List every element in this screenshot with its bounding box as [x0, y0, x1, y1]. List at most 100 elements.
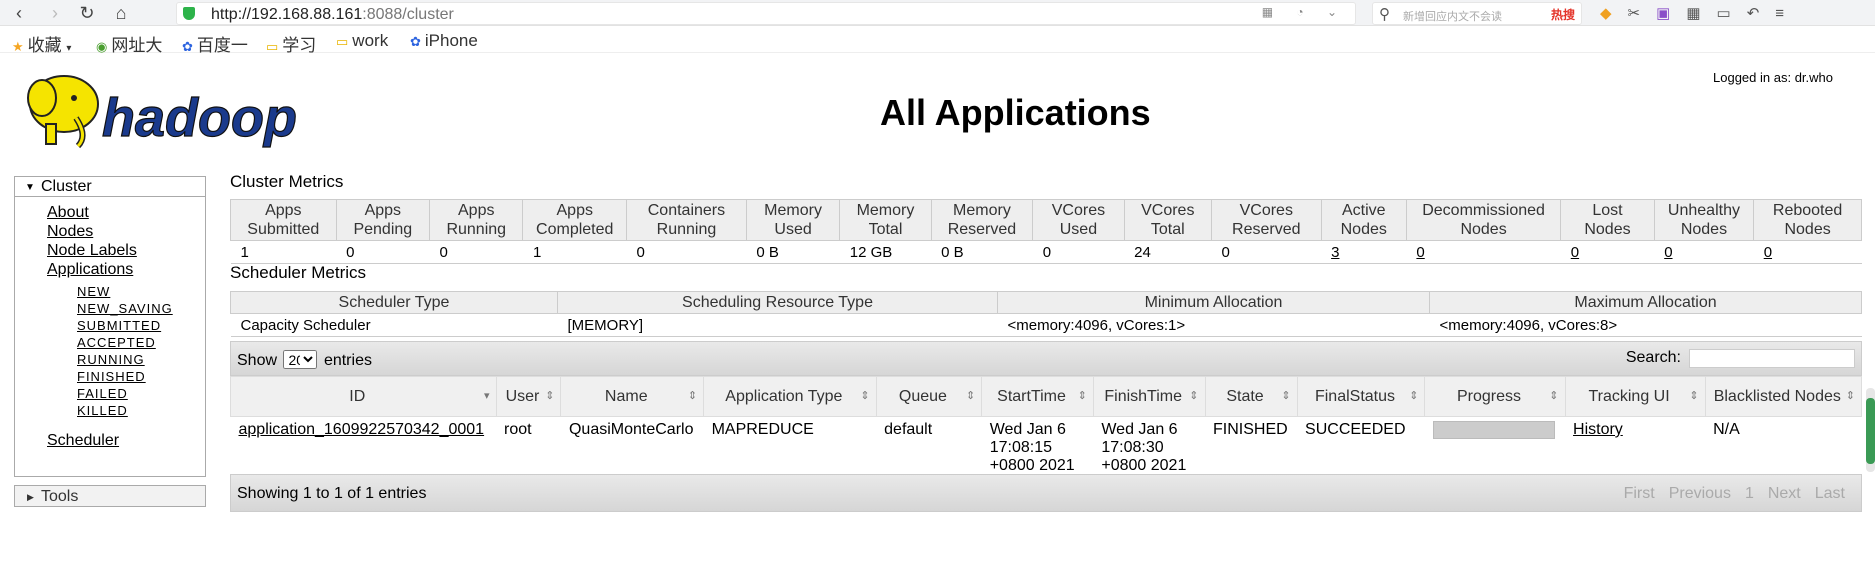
cluster-accordion-content: About Nodes Node Labels Applications NEW… [14, 197, 206, 477]
secure-shield-icon [183, 7, 195, 20]
forward-icon[interactable]: › [44, 2, 66, 24]
pager-first[interactable]: First [1624, 485, 1655, 502]
cm-value-14: 0 [1654, 240, 1754, 264]
sm-header-type: Scheduler Type [230, 291, 558, 314]
state-link-failed[interactable]: FAILED [77, 385, 205, 402]
back-icon[interactable]: ‹ [8, 2, 30, 24]
sort-icon: ⇕ [1189, 390, 1199, 402]
cm-value-1: 0 [336, 240, 430, 264]
browser-toolbar: ‹ › ↻ ⌂ http://192.168.88.161:8088/clust… [0, 0, 1875, 26]
table-search-input[interactable] [1689, 349, 1855, 368]
sidebar-link-scheduler[interactable]: Scheduler [47, 431, 205, 450]
sort-icon: ⇕ [1409, 390, 1419, 402]
state-link-accepted[interactable]: ACCEPTED [77, 334, 205, 351]
cluster-accordion-header[interactable]: ▼ Cluster [14, 176, 206, 197]
page-size-select[interactable]: 20 [283, 350, 318, 369]
cm-header-2: Apps Running [429, 199, 524, 241]
bookmark-work-folder[interactable]: ▭ work [336, 31, 388, 51]
sort-icon: ⇕ [1549, 390, 1559, 402]
applications-table: ID ▾ User ⇕ Name ⇕ Application Type ⇕ Queue ⇕ Star… [230, 376, 1863, 479]
browser-tool-icons[interactable]: ◆ ✂ ▣ ▦ ▭ ↶ ≡ [1600, 4, 1800, 22]
scrollbar[interactable] [1866, 388, 1875, 472]
state-link-new[interactable]: NEW [77, 283, 205, 300]
cm-header-4: Containers Running [626, 199, 747, 241]
pager-next[interactable]: Next [1768, 485, 1801, 502]
app-start-cell: Wed Jan 6 17:08:15 +0800 2021 [989, 421, 1075, 474]
column-header-6[interactable]: FinishTime ⇕ [1092, 376, 1206, 417]
scheduler-metrics-title: Scheduler Metrics [230, 263, 367, 282]
scrollbar-thumb[interactable] [1866, 398, 1875, 464]
tools-accordion-header[interactable]: ▶ Tools [14, 485, 206, 507]
bookmark-favorites[interactable]: ★ 收藏 ▾ [12, 31, 71, 56]
state-link-killed[interactable]: KILLED [77, 402, 205, 419]
scheduler-metrics-table: Scheduler Type Scheduling Resource Type … [230, 291, 1862, 337]
bookmark-baidu[interactable]: ✿ 百度一 [182, 31, 248, 56]
state-link-running[interactable]: RUNNING [77, 351, 205, 368]
cm-header-15: Rebooted Nodes [1753, 199, 1862, 241]
search-icon: ⚲ [1379, 6, 1390, 23]
bookmarks-bar: ★ 收藏 ▾ ◉ 网址大 ✿ 百度一 ▭ 学习 ▭ work ✿ iPhone [0, 27, 1875, 56]
progress-bar [1432, 421, 1555, 439]
sidebar-link-node-labels[interactable]: Node Labels [47, 241, 205, 260]
pager-last[interactable]: Last [1815, 485, 1845, 502]
column-header-2[interactable]: Name ⇕ [560, 376, 705, 417]
address-bar-icons[interactable]: ▦ ◔ ⌄ [1262, 5, 1347, 19]
column-header-4[interactable]: Queue ⇕ [875, 376, 983, 417]
cm-header-5: Memory Used [745, 199, 841, 241]
cut-icon: ✂ [1627, 5, 1641, 22]
pager-previous[interactable]: Previous [1669, 485, 1731, 502]
undo-icon: ↶ [1746, 5, 1760, 22]
app-state-list: NEW NEW_SAVING SUBMITTED ACCEPTED RUNNIN… [47, 283, 205, 419]
browser-search-box[interactable]: ⚲ 新增回应内文不会读 热搜 [1372, 2, 1582, 25]
cm-value-2: 0 [429, 240, 523, 264]
sort-icon: ⇕ [1689, 390, 1699, 402]
triangle-right-icon: ▶ [27, 492, 34, 502]
sm-header-max: Maximum Allocation [1429, 291, 1862, 314]
cm-value-link-13[interactable]: 0 [1571, 244, 1579, 261]
sm-value-resource: [MEMORY] [557, 313, 998, 337]
app-name-cell: QuasiMonteCarlo [568, 421, 694, 438]
state-link-new-saving[interactable]: NEW_SAVING [77, 300, 205, 317]
sidebar-link-nodes[interactable]: Nodes [47, 222, 205, 241]
cm-value-link-11[interactable]: 3 [1331, 244, 1339, 261]
cm-value-3: 1 [522, 240, 627, 264]
tracking-history-link[interactable]: History [1573, 421, 1623, 438]
url-text[interactable]: http://192.168.88.161:8088/cluster [211, 6, 454, 24]
extension-icon: ◆ [1600, 5, 1612, 22]
reload-icon[interactable]: ↻ [76, 2, 98, 24]
cm-header-1: Apps Pending [335, 199, 431, 241]
cm-header-11: Active Nodes [1320, 199, 1407, 241]
cm-value-link-14[interactable]: 0 [1664, 244, 1672, 261]
column-header-11[interactable]: Blacklisted Nodes ⇕ [1704, 376, 1863, 417]
app-id-link[interactable]: application_1609922570342_0001 [239, 421, 485, 438]
address-bar[interactable]: http://192.168.88.161:8088/cluster ▦ ◔ ⌄ [176, 2, 1356, 25]
state-link-submitted[interactable]: SUBMITTED [77, 317, 205, 334]
column-header-10[interactable]: Tracking UI ⇕ [1564, 376, 1706, 417]
sort-icon: ⇕ [1281, 390, 1291, 402]
sidebar-link-applications[interactable]: Applications [47, 260, 205, 279]
column-header-1[interactable]: User ⇕ [495, 376, 562, 417]
state-link-finished[interactable]: FINISHED [77, 368, 205, 385]
hot-search-badge[interactable]: 热搜 [1551, 6, 1575, 23]
column-header-3[interactable]: Application Type ⇕ [703, 376, 877, 417]
column-header-9[interactable]: Progress ⇕ [1424, 376, 1566, 417]
column-header-7[interactable]: State ⇕ [1204, 376, 1298, 417]
column-header-5[interactable]: StartTime ⇕ [981, 376, 1094, 417]
cm-value-link-15[interactable]: 0 [1764, 244, 1772, 261]
hadoop-logo: hadoop [27, 75, 298, 149]
home-icon[interactable]: ⌂ [110, 2, 132, 24]
column-header-8[interactable]: FinalStatus ⇕ [1296, 376, 1426, 417]
cm-value-9: 24 [1124, 240, 1212, 264]
cm-value-4: 0 [626, 240, 747, 264]
bookmark-study-folder[interactable]: ▭ 学习 [266, 31, 316, 56]
sidebar-link-about[interactable]: About [47, 203, 205, 222]
datatable-top-bar: Show 20 entries Search: [230, 341, 1862, 376]
bookmark-nav[interactable]: ◉ 网址大 [96, 31, 162, 56]
cm-value-10: 0 [1211, 240, 1322, 264]
bookmark-iphone[interactable]: ✿ iPhone [410, 31, 478, 51]
pager-page-1[interactable]: 1 [1745, 485, 1754, 502]
app-blacklisted-cell: N/A [1713, 421, 1740, 438]
column-header-0[interactable]: ID ▾ [230, 376, 497, 417]
cm-value-link-12[interactable]: 0 [1416, 244, 1424, 261]
cm-value-6: 12 GB [839, 240, 932, 264]
